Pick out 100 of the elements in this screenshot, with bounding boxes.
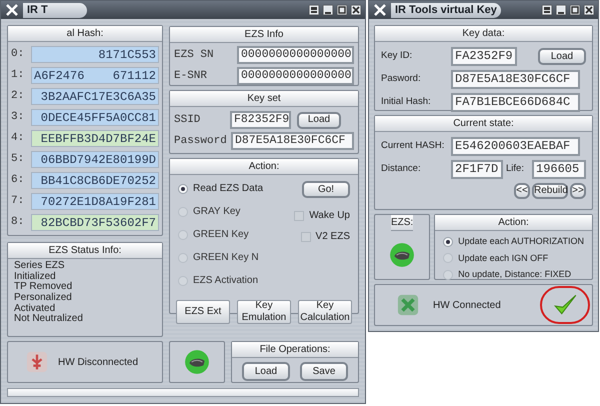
field-label: Initial Hash: [381,95,432,110]
hash-text: 3B2AAFC17E3C6A35 [40,88,156,106]
panel-header: Current state: [375,116,592,132]
radio-button[interactable] [443,236,454,247]
row-index: 7: [11,194,26,210]
text-field[interactable]: 0000000000000000 [237,46,354,64]
window-title: IR Tools virtual Key [391,2,501,18]
row-index: 6: [11,173,26,188]
hash-text: BB41C8CB6DE70252 [40,172,156,190]
field-label: E-SNR [174,68,208,84]
text-field[interactable]: 2F1F7D [451,160,503,179]
field-label: Life: [506,162,524,176]
status-line: Not Neutralized [14,314,84,325]
panel-header: EZS Status Info: [8,243,162,260]
hash-text: 8171C553 [98,46,156,64]
row-index: 0: [11,47,26,62]
panel-header: Key set [170,91,358,107]
restore-icon[interactable] [542,5,552,15]
text-field[interactable]: E546200603EAEBAF [451,137,580,156]
field-label: SSID [174,112,202,128]
radio-button[interactable] [178,276,188,286]
radio-button[interactable] [178,184,188,194]
radio-label: Read EZS Data [193,182,264,196]
minimize-icon[interactable] [556,5,566,15]
button[interactable]: Key Calculation [298,300,352,324]
button[interactable]: << [514,183,530,199]
hash-text: 82BCBD73F53602F7 [40,214,156,232]
button[interactable]: EZS Ext [176,300,230,324]
row-index: 3: [11,110,26,126]
maximize-icon[interactable] [570,5,580,15]
checkbox-label: Wake Up [309,209,350,223]
row-index: 8: [11,215,26,230]
radio-button[interactable] [178,230,188,240]
text-field[interactable]: 196605 [532,160,586,179]
tools-icon [373,3,387,17]
field-label: EZS SN [174,48,214,63]
hash-text: 06BBD7942E80199D [40,152,156,168]
radio-button[interactable] [443,253,454,264]
key-fob-icon [389,242,416,268]
text-field[interactable]: 0000000000000000 [237,67,354,85]
panel-header: EZS Info [170,27,358,43]
panel-header: Key data: [375,26,592,42]
panel-header: Action: [170,159,358,175]
checkbox[interactable] [294,210,304,220]
text-field[interactable]: FA7B1EBCE66D684C [451,93,580,112]
text-field[interactable]: D87E5A18E30FC6CF [231,132,354,150]
radio-button[interactable] [443,270,454,280]
hash-text: 671112 [112,68,156,84]
button[interactable]: Load [297,112,341,128]
button[interactable]: Key Emulation [237,300,291,324]
status-line: Activated [14,304,56,314]
restore-icon[interactable] [309,5,319,15]
panel-header: al Hash: [8,26,162,42]
row-index: 1: [11,68,26,84]
status-line: Initialized [14,272,56,282]
tools-icon [5,3,19,17]
key-fob-icon [184,349,210,375]
radio-button[interactable] [178,206,188,216]
close-icon[interactable] [584,5,594,15]
field-label: Pasword: [381,72,422,86]
field-label: Current HASH: [381,139,446,154]
text-field[interactable]: FA2352F9 [451,47,517,66]
minimize-icon[interactable] [323,5,333,15]
button[interactable]: Rebuild [532,183,568,199]
status-text: HW Connected [433,298,501,312]
radio-label: EZS Activation [193,274,258,288]
checkbox-label: V2 EZS [316,230,350,244]
button[interactable]: Load [242,362,290,381]
row-index: 5: [11,152,26,168]
radio-label: GREEN Key [193,228,249,242]
panel-header: File Operations: [232,342,358,358]
status-line: TP Removed [14,282,74,292]
row-index: 4: [11,131,26,146]
status-line: Personalized [14,293,73,304]
text-field[interactable]: D87E5A18E30FC6CF [451,70,580,89]
text-field[interactable]: F82352F9 [230,111,291,129]
window-title: IR T [23,2,87,18]
radio-label: GRAY Key [193,205,240,219]
button[interactable]: Save [300,362,348,381]
maximize-icon[interactable] [337,5,347,15]
field-label: Distance: [381,162,422,176]
hash-text: 0DECE45FF5A0CC81 [40,110,156,126]
field-label: Key ID: [381,49,414,64]
status-line: Series EZS [14,261,66,272]
status-text: HW Disconnected [58,356,138,370]
button[interactable]: Load [538,48,586,65]
close-icon[interactable] [351,5,361,15]
checkbox[interactable] [300,232,311,242]
hash-text: 70272E1D8A19F281 [40,194,156,210]
hash-text: A6F2476 [34,68,84,84]
button[interactable]: Go! [302,181,350,198]
hash-text: EEBFFB3D4D7BF24E [40,130,156,148]
panel-header: EZS: [390,215,414,231]
radio-label: Update each IGN OFF [458,252,548,265]
button[interactable]: >> [570,183,586,199]
panel-header: Action: [435,215,592,231]
radio-label: GREEN Key N [193,251,259,265]
radio-label: Update each AUTHORIZATION [458,235,584,248]
row-index: 2: [11,89,26,104]
radio-button[interactable] [178,252,188,262]
